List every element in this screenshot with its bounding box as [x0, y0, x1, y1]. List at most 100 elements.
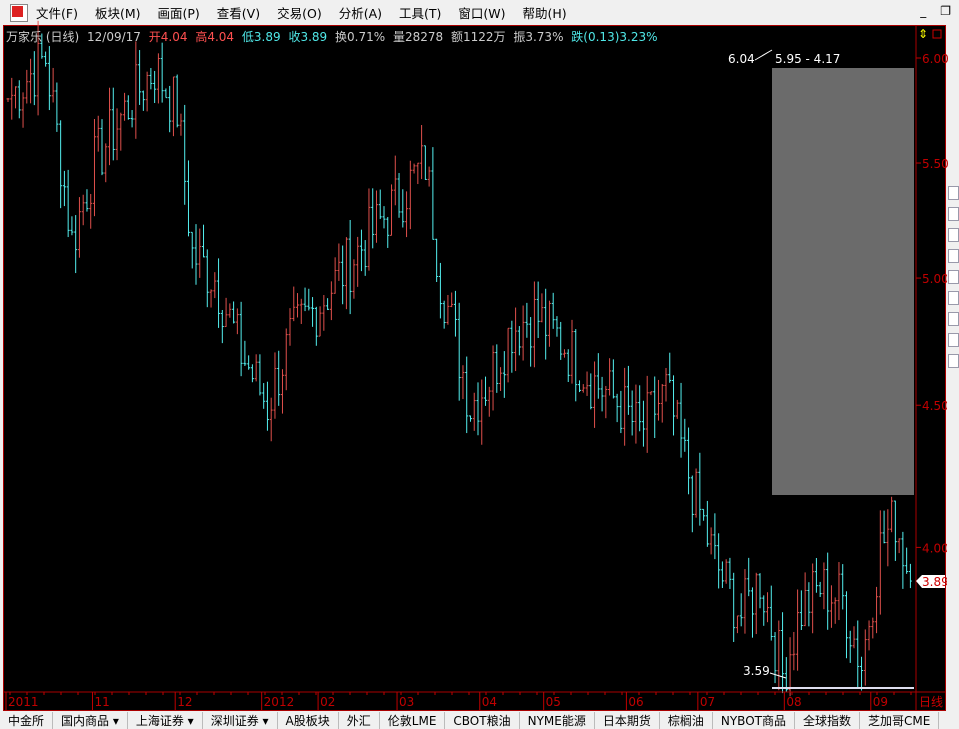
candle: [100, 119, 104, 176]
candle: [14, 86, 18, 109]
x-tick-label: 04: [482, 695, 497, 709]
ray-tool-icon[interactable]: [948, 228, 959, 242]
candle: [484, 376, 488, 406]
line-tool-icon[interactable]: [948, 207, 959, 221]
candle: [386, 216, 390, 248]
candle: [254, 354, 258, 382]
candle: [465, 356, 469, 434]
x-tick-label: 03: [399, 695, 414, 709]
candle: [728, 557, 732, 589]
arc-tool-icon[interactable]: [948, 291, 959, 305]
candle: [645, 375, 649, 453]
x-tick-label: 11: [94, 695, 109, 709]
candle: [171, 76, 175, 137]
market-tab[interactable]: NYME能源: [520, 711, 595, 729]
candle: [329, 281, 333, 321]
change: 跌(0.13)3.23%: [571, 30, 658, 44]
market-tab[interactable]: CBOT粮油: [445, 711, 520, 729]
candle: [47, 46, 51, 111]
candle: [59, 120, 63, 209]
candle: [641, 400, 645, 447]
candle: [314, 306, 318, 346]
candle: [547, 300, 551, 347]
x-tick-label: 08: [786, 695, 801, 709]
candle: [446, 294, 450, 325]
candle: [239, 301, 243, 377]
market-tab[interactable]: 芝加哥CME: [860, 711, 940, 729]
candle: [495, 344, 499, 393]
market-tab[interactable]: 棕榈油: [660, 711, 713, 729]
candle: [517, 326, 521, 356]
high-price: 高4.04: [195, 30, 235, 44]
candle: [209, 289, 213, 308]
x-tick-label: 2012: [264, 695, 295, 709]
market-tab[interactable]: 中金所: [0, 711, 54, 729]
candle: [766, 592, 770, 623]
candle: [683, 418, 687, 452]
candle: [732, 572, 736, 642]
market-tab[interactable]: 国内商品 ▾: [53, 711, 128, 729]
candle: [337, 243, 341, 281]
candle: [491, 345, 495, 411]
candle: [525, 302, 529, 338]
candle: [175, 74, 179, 128]
candle: [585, 371, 589, 396]
candle: [743, 569, 747, 634]
candle: [156, 53, 160, 104]
candle: [269, 397, 273, 442]
market-tab[interactable]: A股板块: [278, 711, 339, 729]
candle: [243, 340, 247, 366]
y-tick-label: 4.50: [922, 399, 949, 413]
candle: [217, 258, 221, 328]
market-tab[interactable]: 全球指数: [795, 711, 860, 729]
candle: [796, 589, 800, 671]
market-tab[interactable]: 日本期货: [595, 711, 660, 729]
candle: [356, 236, 360, 287]
arrow-tool-icon[interactable]: [948, 354, 959, 368]
candle: [807, 582, 811, 627]
x-tick-label: 09: [873, 695, 888, 709]
candle: [111, 87, 115, 161]
candle: [656, 379, 660, 421]
candle: [115, 108, 119, 161]
candle: [604, 385, 608, 419]
candle: [544, 288, 548, 360]
draw-tool-icon[interactable]: [948, 186, 959, 200]
text-tool-icon[interactable]: [948, 333, 959, 347]
candle: [867, 620, 871, 651]
candle: [311, 297, 315, 327]
market-tab[interactable]: NYBOT商品: [713, 711, 795, 729]
candle: [89, 193, 93, 229]
fib-tool-icon[interactable]: [948, 270, 959, 284]
candle: [280, 369, 284, 414]
candle: [777, 620, 781, 691]
date: 12/09/17: [87, 30, 141, 44]
candle: [307, 288, 311, 311]
candle: [630, 390, 634, 436]
channel-tool-icon[interactable]: [948, 249, 959, 263]
candle: [581, 384, 585, 393]
candle: [521, 305, 525, 361]
candle: [284, 328, 288, 391]
candle: [574, 329, 578, 402]
candle: [717, 533, 721, 589]
candle: [905, 547, 909, 574]
candle: [371, 188, 375, 249]
candle: [450, 292, 454, 308]
candle: [698, 452, 702, 526]
drag-icon[interactable]: ⇕: [918, 27, 928, 41]
x-tick-label: 2011: [8, 695, 39, 709]
candle: [461, 365, 465, 400]
window-toggle-icon[interactable]: [932, 29, 942, 39]
rect-tool-icon[interactable]: [948, 312, 959, 326]
market-tab[interactable]: 外汇: [339, 711, 380, 729]
candle: [705, 500, 709, 547]
candle: [138, 50, 142, 105]
candle: [510, 320, 514, 373]
market-tab[interactable]: 伦敦LME: [380, 711, 446, 729]
market-tab[interactable]: 深圳证券 ▾: [203, 711, 278, 729]
market-tab[interactable]: 上海证券 ▾: [128, 711, 203, 729]
candle: [344, 237, 348, 310]
candle: [890, 496, 894, 533]
candle: [664, 367, 668, 402]
